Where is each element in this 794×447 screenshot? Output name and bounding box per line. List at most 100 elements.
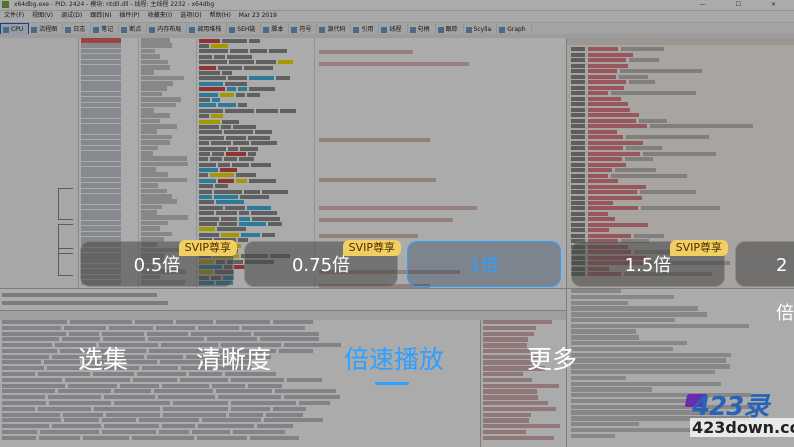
menu-item[interactable]: 选项(O) — [180, 12, 201, 19]
speed-label: 0.75倍 — [291, 255, 351, 276]
register-line — [567, 113, 794, 118]
address-line — [81, 59, 121, 65]
tab-icon — [291, 26, 298, 33]
menu-item[interactable]: 帮助(H) — [210, 12, 231, 19]
comment-line — [319, 234, 419, 238]
menu-item[interactable]: 收藏夹(I) — [148, 12, 172, 19]
tab-icon — [437, 26, 444, 33]
address-line — [81, 161, 121, 167]
bytes-line — [141, 167, 156, 172]
svip-badge: SVIP尊享 — [178, 240, 237, 256]
jump-arrow — [58, 188, 73, 220]
tab-icon — [189, 26, 196, 33]
address-line — [81, 54, 121, 59]
stack-line — [483, 406, 557, 412]
bytes-line — [141, 54, 161, 59]
speed-options: 0.5倍 SVIP尊享 0.75倍 SVIP尊享 1倍 1.5倍 SVIP尊享 … — [0, 240, 794, 324]
tab-icon — [381, 26, 388, 33]
tab-label: CPU — [11, 26, 24, 33]
register-line — [567, 80, 794, 85]
watermark-url: 423down.com — [690, 418, 794, 437]
speed-2x-button[interactable]: 2倍 — [735, 241, 794, 324]
menu-item[interactable]: 插件(P) — [119, 12, 139, 19]
episodes-tab[interactable]: 选集 — [78, 338, 128, 382]
register-line — [567, 58, 794, 63]
stack-line — [483, 418, 529, 423]
close-icon[interactable]: ✕ — [771, 1, 790, 8]
bytes-line — [141, 107, 154, 113]
tab-icon — [121, 26, 128, 33]
site-watermark: 423录 423down.com — [684, 386, 794, 447]
address-line — [81, 204, 121, 210]
register-line — [567, 107, 794, 112]
active-tab-indicator — [375, 382, 409, 385]
register-line — [567, 179, 794, 184]
maximize-icon[interactable]: ☐ — [736, 1, 755, 8]
info-line — [2, 301, 169, 305]
menu-item[interactable]: 视图(V) — [32, 12, 53, 19]
stack-view-line — [571, 433, 615, 438]
bytes-line — [141, 204, 162, 210]
stack-view-line — [571, 317, 676, 323]
stack-line — [483, 429, 527, 435]
stack-view-line — [571, 294, 674, 300]
comment-line — [319, 62, 469, 66]
bytes-line — [141, 215, 189, 221]
bytes-line — [141, 193, 172, 199]
speed-1-5x-button[interactable]: 1.5倍 SVIP尊享 — [571, 240, 728, 287]
speed-0-5x-button[interactable]: 0.5倍 SVIP尊享 — [80, 240, 237, 287]
address-line — [81, 220, 121, 226]
register-line — [567, 195, 794, 200]
register-line — [567, 190, 794, 195]
bytes-line — [141, 59, 168, 65]
register-line — [567, 157, 794, 162]
bytes-line — [141, 102, 176, 108]
stack-view-line — [571, 323, 750, 329]
player-menu: 选集 清晰度 倍速播放 更多 — [0, 338, 794, 386]
speed-label: 1.5倍 — [624, 255, 672, 276]
bytes-line — [141, 118, 160, 124]
bytes-line — [141, 188, 167, 194]
stack-view-line — [571, 312, 708, 317]
dump-line — [0, 325, 480, 331]
register-line — [567, 47, 794, 52]
menu-item[interactable]: Mar 23 2019 — [239, 12, 277, 19]
menu-item[interactable]: 文件(F) — [4, 12, 24, 19]
tab-icon — [3, 26, 9, 33]
menu-item[interactable]: 调试(D) — [61, 12, 82, 19]
address-line — [81, 210, 121, 215]
address-line — [81, 215, 121, 221]
playback-speed-tab[interactable]: 倍速播放 — [344, 338, 444, 382]
tab-icon — [319, 26, 326, 33]
menubar: 文件(F) 视图(V) 调试(D) 跟踪(N) 插件(P) 收藏夹(I) 选项(O) 帮助(H… — [0, 11, 794, 21]
stack-line — [483, 424, 560, 429]
bytes-line — [141, 177, 188, 183]
address-line — [81, 107, 121, 113]
stack-line — [483, 389, 537, 394]
speed-1x-button[interactable]: 1倍 — [407, 241, 561, 287]
bytes-line — [141, 38, 170, 43]
minimize-icon[interactable]: — — [700, 1, 720, 8]
bytes-line — [141, 48, 156, 54]
register-line — [567, 52, 794, 57]
more-tab[interactable]: 更多 — [527, 338, 577, 382]
bytes-line — [141, 75, 185, 81]
stack-line — [483, 325, 537, 331]
window-controls[interactable]: — ☐ ✕ — [700, 0, 790, 10]
register-line — [567, 140, 794, 145]
quality-tab[interactable]: 清晰度 — [196, 338, 271, 382]
address-line — [81, 102, 121, 108]
stack-line — [483, 395, 539, 400]
bytes-line — [141, 145, 158, 151]
speed-0-75x-button[interactable]: 0.75倍 SVIP尊享 — [244, 240, 401, 287]
menu-item[interactable]: 跟踪(N) — [90, 12, 111, 19]
dump-line — [0, 406, 480, 412]
register-line — [567, 184, 794, 189]
dump-line — [0, 412, 480, 418]
tab-icon — [409, 26, 416, 33]
tab-icon — [149, 26, 156, 33]
screen: x64dbg.exe - PID: 2424 - 模块: ntdll.dll -… — [0, 0, 794, 447]
bytes-line — [141, 91, 162, 97]
window-titlebar: x64dbg.exe - PID: 2424 - 模块: ntdll.dll -… — [0, 0, 794, 11]
register-line — [567, 168, 794, 173]
